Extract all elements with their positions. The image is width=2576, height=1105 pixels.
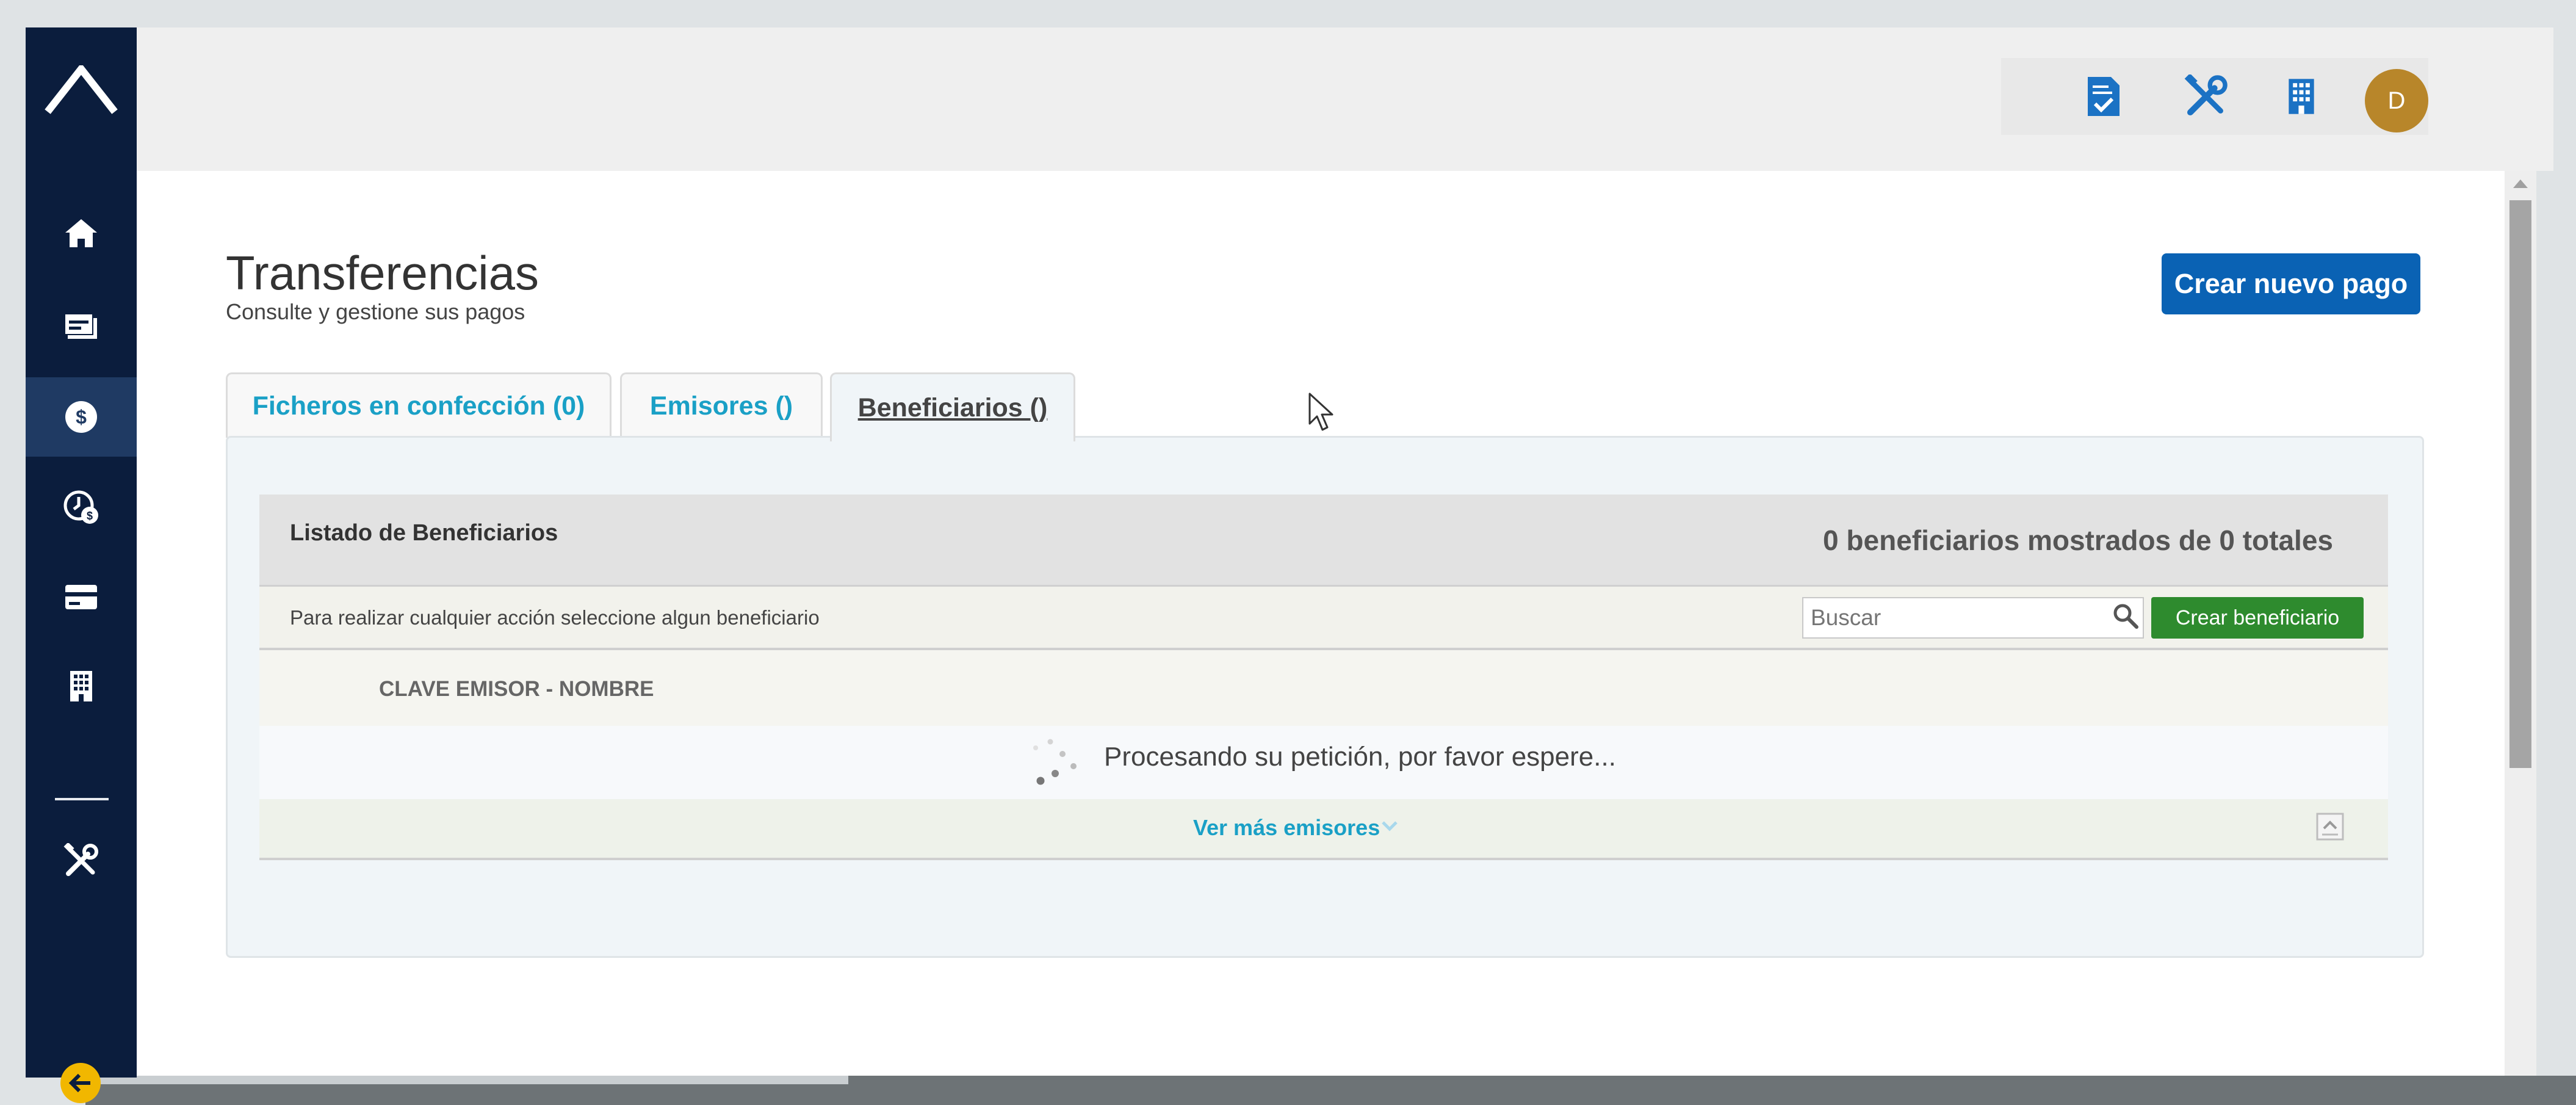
vertical-scrollbar[interactable] bbox=[2505, 171, 2536, 1076]
list-title: Listado de Beneficiarios bbox=[290, 520, 558, 546]
svg-text:$: $ bbox=[76, 406, 87, 428]
arrow-left-icon bbox=[68, 1073, 90, 1093]
accounts-icon bbox=[65, 314, 97, 339]
top-bar: D bbox=[137, 27, 2553, 171]
tab-emisores[interactable]: Emisores () bbox=[620, 372, 823, 438]
sidebar-item-transfers[interactable]: $ bbox=[26, 377, 137, 457]
taskbar-strip bbox=[85, 1076, 848, 1084]
dollar-icon: $ bbox=[65, 401, 97, 433]
list-count: 0 beneficiarios mostrados de 0 totales bbox=[1823, 524, 2333, 556]
create-payment-button[interactable]: Crear nuevo pago bbox=[2162, 253, 2420, 314]
see-more-link[interactable]: Ver más emisores bbox=[1193, 815, 1380, 841]
selection-hint: Para realizar cualquier acción seleccion… bbox=[290, 606, 820, 629]
sidebar-item-home[interactable] bbox=[26, 194, 137, 273]
list-toolbar: Para realizar cualquier acción seleccion… bbox=[259, 587, 2388, 650]
page-title: Transferencias bbox=[226, 246, 539, 300]
page-subtitle: Consulte y gestione sus pagos bbox=[226, 299, 525, 324]
sidebar-collapse-button[interactable] bbox=[60, 1063, 101, 1103]
loading-text: Procesando su petición, por favor espere… bbox=[1104, 742, 1616, 772]
sidebar: $ $ bbox=[26, 27, 137, 1103]
scroll-up-icon[interactable] bbox=[2513, 179, 2528, 188]
sidebar-item-scheduled[interactable]: $ bbox=[26, 467, 137, 546]
create-beneficiary-button[interactable]: Crear beneficiario bbox=[2151, 597, 2364, 639]
home-icon bbox=[65, 219, 97, 247]
column-header: CLAVE EMISOR - NOMBRE bbox=[259, 650, 2388, 727]
tab-ficheros[interactable]: Ficheros en confección (0) bbox=[226, 372, 612, 438]
search-icon[interactable] bbox=[2112, 603, 2139, 629]
documents-button[interactable] bbox=[2074, 67, 2133, 126]
loading-spinner-icon bbox=[1033, 739, 1077, 785]
sidebar-item-company[interactable] bbox=[26, 647, 137, 726]
document-check-icon bbox=[2088, 77, 2120, 116]
avatar[interactable]: D bbox=[2365, 69, 2428, 132]
company-button[interactable] bbox=[2272, 67, 2331, 126]
chevron-down-icon[interactable] bbox=[1381, 820, 1398, 832]
sidebar-item-accounts[interactable] bbox=[26, 287, 137, 366]
top-actions: D bbox=[2001, 58, 2428, 135]
scroll-top-icon[interactable] bbox=[2316, 813, 2344, 841]
clock-dollar-icon: $ bbox=[63, 490, 98, 524]
tools-icon bbox=[2184, 74, 2228, 116]
svg-text:$: $ bbox=[87, 510, 93, 522]
tab-beneficiarios[interactable]: Beneficiarios () bbox=[830, 372, 1075, 441]
list-header: Listado de Beneficiarios 0 beneficiarios… bbox=[259, 495, 2388, 587]
main-content: Transferencias Consulte y gestione sus p… bbox=[137, 171, 2505, 1076]
scrollbar-thumb[interactable] bbox=[2509, 200, 2531, 768]
column-header-label: CLAVE EMISOR - NOMBRE bbox=[379, 677, 654, 701]
sidebar-item-tools[interactable] bbox=[26, 821, 137, 900]
loading-row: Procesando su petición, por favor espere… bbox=[259, 726, 2388, 799]
building-icon bbox=[2289, 79, 2314, 114]
tools-button[interactable] bbox=[2177, 67, 2235, 126]
sidebar-divider bbox=[55, 798, 109, 800]
building-icon bbox=[70, 671, 92, 701]
beneficiaries-panel: Listado de Beneficiarios 0 beneficiarios… bbox=[226, 436, 2424, 958]
logo-caret-icon[interactable] bbox=[43, 65, 120, 114]
card-icon bbox=[65, 585, 97, 609]
tools-icon bbox=[63, 843, 98, 876]
window-bottom-bar bbox=[85, 1076, 2576, 1105]
search-input[interactable] bbox=[1802, 597, 2144, 639]
mouse-cursor-icon bbox=[1308, 393, 1333, 431]
more-row: Ver más emisores bbox=[259, 799, 2388, 860]
sidebar-item-cards[interactable] bbox=[26, 557, 137, 637]
